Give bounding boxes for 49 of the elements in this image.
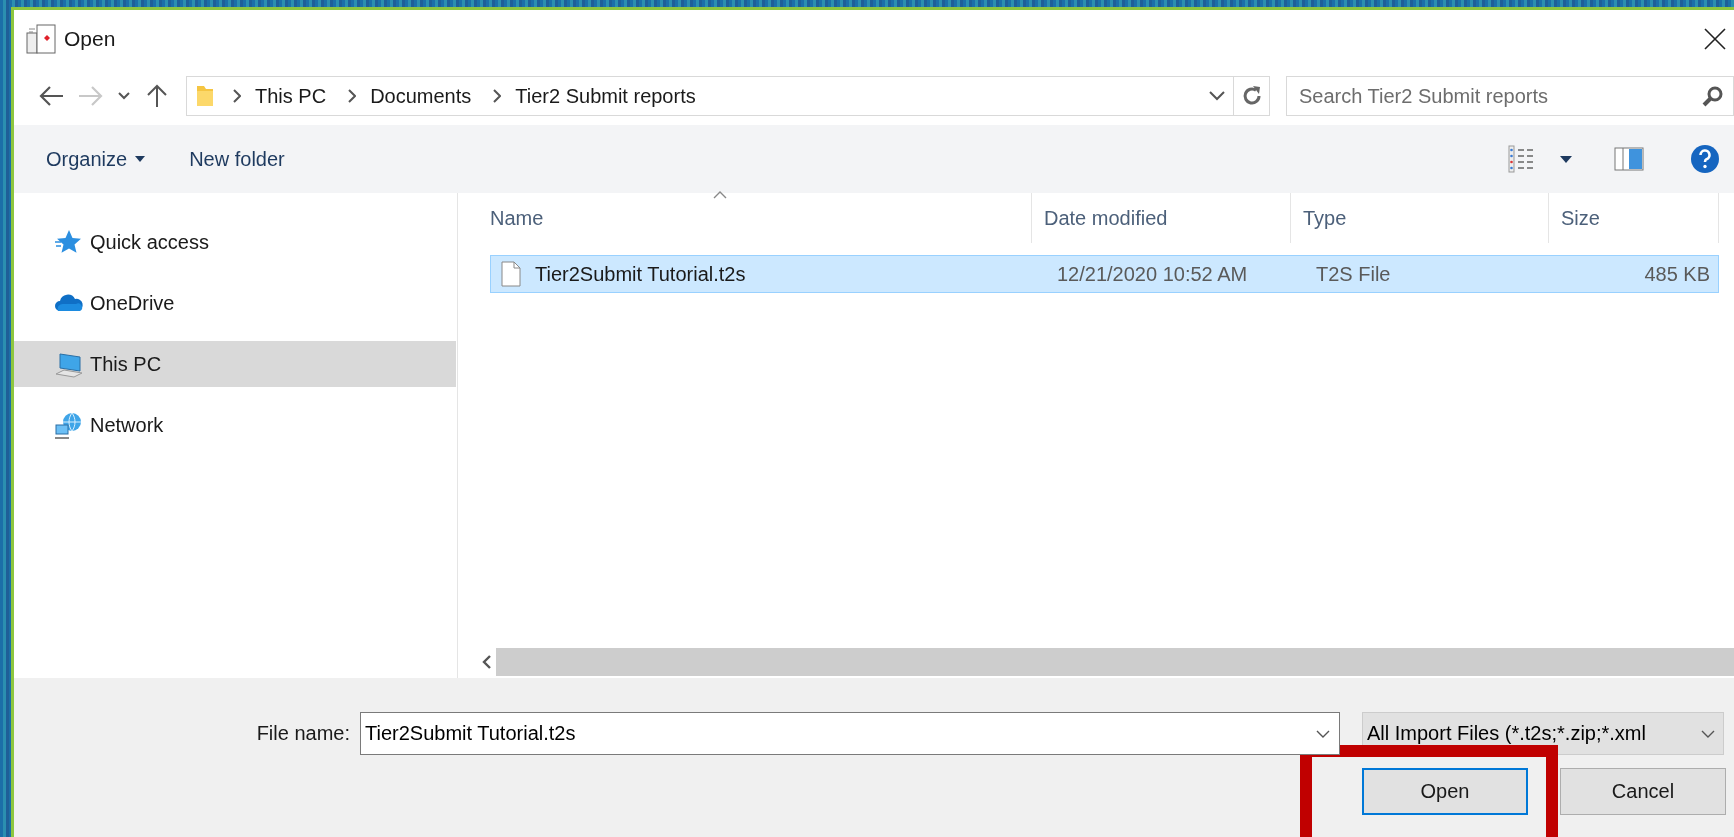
search-field[interactable]: Search Tier2 Submit reports xyxy=(1286,76,1734,116)
table-cell-text: Tier2Submit Tutorial.t2s xyxy=(534,262,747,286)
scrollbar-thumb[interactable] xyxy=(496,648,1734,676)
sidebar-item[interactable]: Quick access xyxy=(14,219,456,265)
chevron-down-icon xyxy=(1701,729,1715,738)
sidebar-item[interactable]: OneDrive xyxy=(14,280,456,326)
table-cell-text: T2S File xyxy=(1315,262,1392,286)
refresh-icon xyxy=(1240,85,1263,107)
caret-icon xyxy=(135,156,146,162)
forward-icon xyxy=(78,84,104,108)
file-name-field[interactable]: Tier2Submit Tutorial.t2s xyxy=(360,712,1340,755)
dialog-button[interactable]: Cancel xyxy=(1560,768,1726,815)
file-icon xyxy=(501,261,521,287)
table-cell-text: 485 KB xyxy=(1643,262,1711,286)
column-header[interactable]: Date modified xyxy=(1032,193,1291,243)
breadcrumb-item[interactable]: Tier2 Submit reports xyxy=(511,84,700,108)
table-cell-text: 12/21/2020 10:52 AM xyxy=(1056,262,1249,286)
caret-icon xyxy=(1560,155,1572,163)
folder-icon xyxy=(195,84,215,108)
chevron-right-icon xyxy=(348,89,357,103)
address-bar[interactable]: This PC Documents Tier2 Submit reports xyxy=(186,76,1270,116)
help-icon xyxy=(1690,144,1720,174)
sidebar-item[interactable]: This PC xyxy=(14,341,456,387)
computer-icon xyxy=(54,350,84,378)
field-label: File name: xyxy=(255,722,350,745)
dialog-button[interactable]: Open xyxy=(1362,768,1528,815)
chevron-right-icon xyxy=(233,89,241,103)
up-icon xyxy=(146,84,168,108)
close-icon xyxy=(1703,26,1727,51)
chevron-down-icon xyxy=(118,92,130,100)
file-row[interactable]: Tier2Submit Tutorial.t2s 12/21/2020 10:52 AM T2S File 485 KB xyxy=(490,255,1719,293)
sidebar-item[interactable]: Network xyxy=(14,402,456,448)
network-icon xyxy=(54,411,84,439)
chevron-left-icon xyxy=(481,655,491,669)
column-header[interactable]: Name xyxy=(478,193,1032,243)
organize-button[interactable]: Organize xyxy=(36,141,156,177)
chevron-right-icon xyxy=(493,89,502,103)
breadcrumb-item[interactable]: Documents xyxy=(366,84,476,108)
breadcrumb-item[interactable]: This PC xyxy=(251,84,331,108)
column-header[interactable]: Size xyxy=(1549,193,1719,243)
preview-pane-icon xyxy=(1614,147,1644,171)
column-header[interactable]: Type xyxy=(1291,193,1549,243)
app-icon xyxy=(26,22,56,55)
chevron-down-icon xyxy=(1316,730,1330,738)
window-title: Open xyxy=(64,26,116,51)
new-folder-button[interactable]: New folder xyxy=(179,141,295,177)
search-icon xyxy=(1702,85,1724,107)
back-icon xyxy=(38,84,64,108)
chevron-down-icon xyxy=(1209,91,1225,101)
